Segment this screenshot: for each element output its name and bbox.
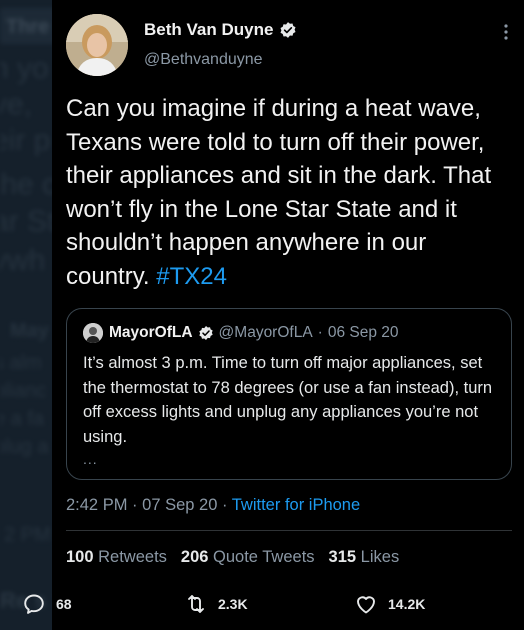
retweets-stat-count: 100 bbox=[66, 548, 94, 566]
quote-tweets-stat-label: Quote Tweets bbox=[213, 548, 315, 566]
author-name[interactable]: Beth Van Duyne bbox=[144, 20, 273, 40]
quote-separator: · bbox=[317, 324, 323, 341]
retweet-button[interactable]: 2.3K bbox=[184, 592, 248, 616]
retweet-count: 2.3K bbox=[218, 596, 248, 612]
timestamp-separator: · bbox=[221, 496, 228, 514]
background-line: e a fa bbox=[0, 408, 45, 430]
quote-tweets-stat-count: 206 bbox=[180, 548, 209, 566]
divider bbox=[66, 530, 512, 531]
quote-header: MayorOfLA @MayorOfLA · 06 Sep 20 bbox=[109, 324, 399, 342]
likes-stat-count: 315 bbox=[328, 548, 357, 566]
background-time: 2 PM bbox=[4, 524, 51, 546]
reply-icon bbox=[24, 594, 44, 614]
quote-ellipsis: ... bbox=[83, 451, 98, 467]
tweet-date[interactable]: 07 Sep 20 bbox=[142, 496, 217, 514]
retweet-icon bbox=[188, 595, 204, 613]
quote-tweets-stat[interactable]: 206 Quote Tweets bbox=[181, 548, 315, 567]
reply-count: 68 bbox=[56, 596, 72, 612]
tweet-card: Beth Van Duyne @Bethvanduyne Can you ima… bbox=[52, 0, 524, 630]
tweet-body: Can you imagine if during a heat wave, T… bbox=[66, 95, 492, 290]
like-button[interactable]: 14.2K bbox=[354, 592, 425, 616]
reply-button[interactable]: 68 bbox=[22, 592, 72, 616]
tweet-stats: 100 Retweets 206 Quote Tweets 315 Likes bbox=[66, 548, 399, 567]
tweet-text: Can you imagine if during a heat wave, T… bbox=[66, 92, 506, 293]
quote-author-name: MayorOfLA bbox=[109, 324, 193, 341]
background-line: eir p bbox=[0, 124, 51, 157]
background-line: n yo bbox=[0, 52, 49, 85]
hashtag-link[interactable]: #TX24 bbox=[156, 263, 227, 290]
quote-author-handle: @MayorOfLA bbox=[218, 324, 313, 341]
retweets-stat[interactable]: 100 Retweets bbox=[66, 548, 167, 567]
background-line: plug a bbox=[0, 436, 49, 458]
quote-date: 06 Sep 20 bbox=[327, 324, 399, 341]
avatar[interactable] bbox=[66, 14, 128, 76]
background-line: ywh bbox=[0, 244, 46, 277]
author-handle[interactable]: @Bethvanduyne bbox=[144, 51, 263, 69]
timestamp-separator: · bbox=[132, 496, 138, 514]
quote-avatar bbox=[83, 323, 103, 343]
likes-stat[interactable]: 315 Likes bbox=[329, 548, 400, 567]
quote-text: It’s almost 3 p.m. Time to turn off majo… bbox=[83, 354, 493, 446]
quoted-tweet[interactable]: MayorOfLA @MayorOfLA · 06 Sep 20 It’s al… bbox=[66, 308, 512, 480]
background-line: ar St bbox=[0, 205, 56, 238]
quote-avatar-image bbox=[83, 323, 103, 343]
quote-verified-badge-icon bbox=[198, 326, 213, 340]
verified-badge-icon bbox=[280, 22, 296, 38]
background-name: May bbox=[10, 320, 49, 342]
author-name-row[interactable]: Beth Van Duyne bbox=[144, 20, 297, 40]
tweet-time[interactable]: 2:42 PM bbox=[66, 496, 127, 514]
avatar-image bbox=[66, 14, 128, 76]
background-line: the c bbox=[0, 168, 58, 201]
likes-stat-label: Likes bbox=[360, 548, 400, 566]
retweets-stat-label: Retweets bbox=[98, 548, 167, 566]
background-line: ve, bbox=[0, 88, 33, 121]
background-line: plianc bbox=[0, 380, 47, 402]
background-line: s alm bbox=[0, 352, 42, 374]
action-bar: 68 2.3K 14.2K bbox=[0, 582, 524, 626]
like-count: 14.2K bbox=[388, 596, 426, 612]
tweet-source-link[interactable]: Twitter for iPhone bbox=[232, 496, 360, 514]
more-options-icon[interactable] bbox=[498, 22, 514, 42]
tweet-timestamp: 2:42 PM · 07 Sep 20 · Twitter for iPhone bbox=[66, 496, 360, 515]
heart-icon bbox=[357, 596, 375, 614]
